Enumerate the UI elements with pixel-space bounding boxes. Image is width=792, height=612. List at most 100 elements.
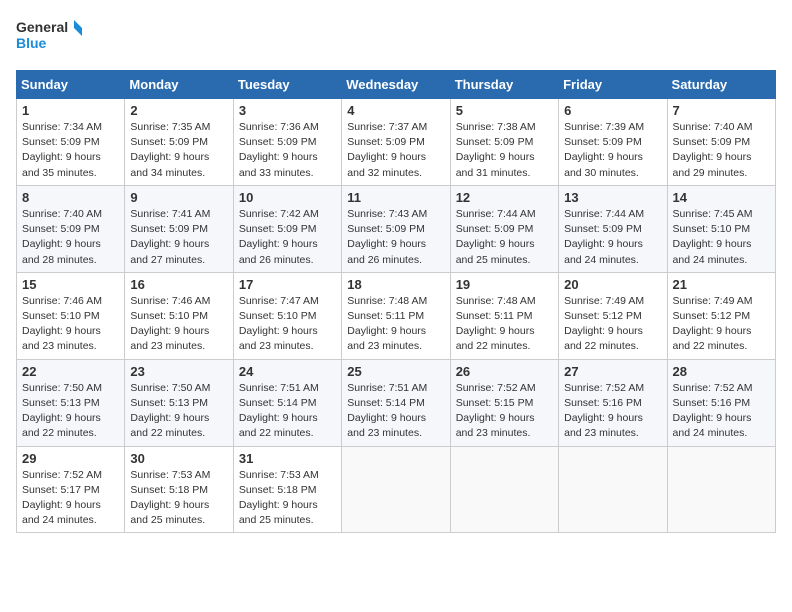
- day-number: 16: [130, 277, 227, 292]
- day-info: Sunrise: 7:35 AMSunset: 5:09 PMDaylight:…: [130, 120, 227, 181]
- calendar-cell: 12Sunrise: 7:44 AMSunset: 5:09 PMDayligh…: [450, 185, 558, 272]
- day-number: 4: [347, 103, 444, 118]
- day-info: Sunrise: 7:46 AMSunset: 5:10 PMDaylight:…: [22, 294, 119, 355]
- day-number: 22: [22, 364, 119, 379]
- calendar-cell: 22 Sunrise: 7:50 AMSunset: 5:13 PMDayligh…: [17, 359, 125, 446]
- calendar-table: SundayMondayTuesdayWednesdayThursdayFrid…: [16, 70, 776, 533]
- calendar-cell: 7Sunrise: 7:40 AMSunset: 5:09 PMDaylight…: [667, 99, 775, 186]
- day-info: Sunrise: 7:51 AMSunset: 5:14 PMDaylight:…: [347, 381, 444, 442]
- day-number: 2: [130, 103, 227, 118]
- day-number: 29: [22, 451, 119, 466]
- day-info: Sunrise: 7:42 AMSunset: 5:09 PMDaylight:…: [239, 207, 336, 268]
- day-info: Sunrise: 7:52 AMSunset: 5:16 PMDaylight:…: [673, 381, 770, 442]
- day-info: Sunrise: 7:53 AMSunset: 5:18 PMDaylight:…: [130, 468, 227, 529]
- day-info: Sunrise: 7:48 AMSunset: 5:11 PMDaylight:…: [456, 294, 553, 355]
- calendar-cell: 4 Sunrise: 7:37 AMSunset: 5:09 PMDaylight…: [342, 99, 450, 186]
- day-info: Sunrise: 7:39 AMSunset: 5:09 PMDaylight:…: [564, 120, 661, 181]
- calendar-cell: 25 Sunrise: 7:51 AMSunset: 5:14 PMDayligh…: [342, 359, 450, 446]
- page-header: General Blue: [16, 16, 776, 58]
- day-info: Sunrise: 7:36 AMSunset: 5:09 PMDaylight:…: [239, 120, 336, 181]
- day-info: Sunrise: 7:41 AMSunset: 5:09 PMDaylight:…: [130, 207, 227, 268]
- day-info: Sunrise: 7:50 AMSunset: 5:13 PMDaylight:…: [22, 381, 119, 442]
- day-number: 11: [347, 190, 444, 205]
- day-info: Sunrise: 7:49 AMSunset: 5:12 PMDaylight:…: [673, 294, 770, 355]
- calendar-cell: 17 Sunrise: 7:47 AMSunset: 5:10 PMDayligh…: [233, 272, 341, 359]
- day-number: 19: [456, 277, 553, 292]
- calendar-week-1: 1Sunrise: 7:34 AMSunset: 5:09 PMDaylight…: [17, 99, 776, 186]
- day-number: 5: [456, 103, 553, 118]
- day-info: Sunrise: 7:34 AMSunset: 5:09 PMDaylight:…: [22, 120, 119, 181]
- day-info: Sunrise: 7:48 AMSunset: 5:11 PMDaylight:…: [347, 294, 444, 355]
- day-number: 28: [673, 364, 770, 379]
- calendar-cell: 2 Sunrise: 7:35 AMSunset: 5:09 PMDaylight…: [125, 99, 233, 186]
- calendar-cell: 30 Sunrise: 7:53 AMSunset: 5:18 PMDayligh…: [125, 446, 233, 533]
- weekday-header-saturday: Saturday: [667, 71, 775, 99]
- day-number: 8: [22, 190, 119, 205]
- svg-text:Blue: Blue: [16, 35, 47, 51]
- day-number: 12: [456, 190, 553, 205]
- calendar-cell: 13 Sunrise: 7:44 AMSunset: 5:09 PMDayligh…: [559, 185, 667, 272]
- day-number: 25: [347, 364, 444, 379]
- day-info: Sunrise: 7:52 AMSunset: 5:16 PMDaylight:…: [564, 381, 661, 442]
- calendar-cell: 11 Sunrise: 7:43 AMSunset: 5:09 PMDayligh…: [342, 185, 450, 272]
- day-info: Sunrise: 7:53 AMSunset: 5:18 PMDaylight:…: [239, 468, 336, 529]
- day-number: 18: [347, 277, 444, 292]
- day-info: Sunrise: 7:43 AMSunset: 5:09 PMDaylight:…: [347, 207, 444, 268]
- calendar-week-2: 8Sunrise: 7:40 AMSunset: 5:09 PMDaylight…: [17, 185, 776, 272]
- calendar-cell: [559, 446, 667, 533]
- calendar-cell: 29Sunrise: 7:52 AMSunset: 5:17 PMDayligh…: [17, 446, 125, 533]
- day-info: Sunrise: 7:40 AMSunset: 5:09 PMDaylight:…: [673, 120, 770, 181]
- calendar-cell: 26 Sunrise: 7:52 AMSunset: 5:15 PMDayligh…: [450, 359, 558, 446]
- day-number: 26: [456, 364, 553, 379]
- day-info: Sunrise: 7:37 AMSunset: 5:09 PMDaylight:…: [347, 120, 444, 181]
- calendar-cell: 15 Sunrise: 7:46 AMSunset: 5:10 PMDayligh…: [17, 272, 125, 359]
- day-number: 24: [239, 364, 336, 379]
- day-info: Sunrise: 7:45 AMSunset: 5:10 PMDaylight:…: [673, 207, 770, 268]
- day-number: 6: [564, 103, 661, 118]
- day-number: 9: [130, 190, 227, 205]
- calendar-cell: 21 Sunrise: 7:49 AMSunset: 5:12 PMDayligh…: [667, 272, 775, 359]
- calendar-cell: 23Sunrise: 7:50 AMSunset: 5:13 PMDayligh…: [125, 359, 233, 446]
- day-info: Sunrise: 7:47 AMSunset: 5:10 PMDaylight:…: [239, 294, 336, 355]
- day-info: Sunrise: 7:50 AMSunset: 5:13 PMDaylight:…: [130, 381, 227, 442]
- day-info: Sunrise: 7:52 AMSunset: 5:15 PMDaylight:…: [456, 381, 553, 442]
- day-number: 31: [239, 451, 336, 466]
- day-number: 15: [22, 277, 119, 292]
- weekday-header-sunday: Sunday: [17, 71, 125, 99]
- day-number: 21: [673, 277, 770, 292]
- weekday-header-thursday: Thursday: [450, 71, 558, 99]
- day-info: Sunrise: 7:49 AMSunset: 5:12 PMDaylight:…: [564, 294, 661, 355]
- calendar-cell: 28 Sunrise: 7:52 AMSunset: 5:16 PMDayligh…: [667, 359, 775, 446]
- weekday-header-tuesday: Tuesday: [233, 71, 341, 99]
- calendar-cell: 10Sunrise: 7:42 AMSunset: 5:09 PMDayligh…: [233, 185, 341, 272]
- day-number: 20: [564, 277, 661, 292]
- day-number: 27: [564, 364, 661, 379]
- calendar-cell: [342, 446, 450, 533]
- calendar-cell: 8Sunrise: 7:40 AMSunset: 5:09 PMDaylight…: [17, 185, 125, 272]
- calendar-cell: 18 Sunrise: 7:48 AMSunset: 5:11 PMDayligh…: [342, 272, 450, 359]
- day-number: 14: [673, 190, 770, 205]
- day-number: 17: [239, 277, 336, 292]
- calendar-cell: [450, 446, 558, 533]
- day-number: 30: [130, 451, 227, 466]
- calendar-cell: 16 Sunrise: 7:46 AMSunset: 5:10 PMDayligh…: [125, 272, 233, 359]
- calendar-cell: 27 Sunrise: 7:52 AMSunset: 5:16 PMDayligh…: [559, 359, 667, 446]
- svg-text:General: General: [16, 19, 68, 35]
- weekday-header-friday: Friday: [559, 71, 667, 99]
- calendar-cell: 20 Sunrise: 7:49 AMSunset: 5:12 PMDayligh…: [559, 272, 667, 359]
- day-info: Sunrise: 7:44 AMSunset: 5:09 PMDaylight:…: [564, 207, 661, 268]
- calendar-cell: 24Sunrise: 7:51 AMSunset: 5:14 PMDayligh…: [233, 359, 341, 446]
- day-info: Sunrise: 7:46 AMSunset: 5:10 PMDaylight:…: [130, 294, 227, 355]
- day-number: 13: [564, 190, 661, 205]
- day-number: 3: [239, 103, 336, 118]
- weekday-header-monday: Monday: [125, 71, 233, 99]
- calendar-cell: 3 Sunrise: 7:36 AMSunset: 5:09 PMDaylight…: [233, 99, 341, 186]
- calendar-cell: 1Sunrise: 7:34 AMSunset: 5:09 PMDaylight…: [17, 99, 125, 186]
- weekday-header-wednesday: Wednesday: [342, 71, 450, 99]
- calendar-cell: 6 Sunrise: 7:39 AMSunset: 5:09 PMDaylight…: [559, 99, 667, 186]
- calendar-cell: 9 Sunrise: 7:41 AMSunset: 5:09 PMDaylight…: [125, 185, 233, 272]
- weekday-header-row: SundayMondayTuesdayWednesdayThursdayFrid…: [17, 71, 776, 99]
- calendar-cell: 14 Sunrise: 7:45 AMSunset: 5:10 PMDayligh…: [667, 185, 775, 272]
- calendar-week-3: 15 Sunrise: 7:46 AMSunset: 5:10 PMDayligh…: [17, 272, 776, 359]
- day-info: Sunrise: 7:38 AMSunset: 5:09 PMDaylight:…: [456, 120, 553, 181]
